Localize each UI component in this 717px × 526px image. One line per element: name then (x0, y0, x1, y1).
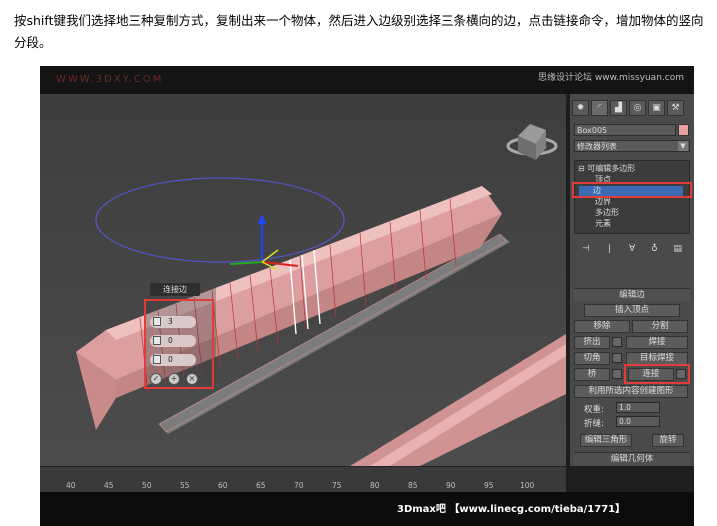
turn-button[interactable]: 旋转 (652, 434, 684, 447)
timeline-tick: 85 (408, 481, 418, 490)
chamfer-settings-button[interactable] (612, 353, 622, 363)
bottom-banner-text: 3Dmax吧 【www.linecg.com/tieba/1771】 (397, 504, 626, 515)
crease-spinner[interactable]: 0.0 (616, 416, 660, 427)
viewport-scene (40, 94, 566, 466)
caption-text: 按shift键我们选择地三种复制方式，复制出来一个物体，然后进入边级别选择三条横… (14, 13, 704, 50)
timeline-tick: 90 (446, 481, 456, 490)
timeline-tick: 50 (142, 481, 152, 490)
bottom-banner: 3Dmax吧 【www.linecg.com/tieba/1771】 (40, 492, 694, 526)
extrude-button[interactable]: 挤出 (574, 336, 610, 349)
edit-geometry-header[interactable]: 编辑几何体 (574, 452, 690, 465)
object-name-field[interactable]: Box005 (574, 124, 676, 136)
panel-tabs: ✹ ◜ ▟ ◎ ▣ ⚒ (572, 100, 684, 116)
motion-icon[interactable]: ◎ (629, 100, 646, 116)
timeline-ruler[interactable]: 40 45 50 55 60 65 70 75 80 85 90 95 100 (40, 466, 566, 492)
timeline-tick: 65 (256, 481, 266, 490)
crease-label: 折缝: (584, 419, 604, 429)
connect-highlight-box (624, 364, 690, 384)
perspective-viewport[interactable]: 连接边 3 0 0 ✓ + × (40, 94, 566, 466)
remove-modifier-icon[interactable]: ♁ (651, 244, 658, 258)
edit-triangulation-button[interactable]: 编辑三角形 (580, 434, 632, 447)
max-screenshot: WWW.3DXY.COM 思缘设计论坛 www.missyuan.com 连接边… (40, 66, 694, 526)
timeline-tick: 60 (218, 481, 228, 490)
weight-spinner[interactable]: 1.0 (616, 402, 660, 413)
stack-item-border[interactable]: 边界 (595, 197, 611, 207)
create-icon[interactable]: ✹ (572, 100, 589, 116)
stack-item-polygon[interactable]: 多边形 (595, 208, 619, 218)
caddy-highlight-box (144, 299, 214, 389)
stack-item-element[interactable]: 元素 (595, 219, 611, 229)
configure-sets-icon[interactable]: ▤ (674, 244, 683, 258)
top-watermark-bar: WWW.3DXY.COM 思缘设计论坛 www.missyuan.com (40, 66, 694, 94)
watermark-right: 思缘设计论坛 www.missyuan.com (538, 73, 684, 83)
timeline-tick: 70 (294, 481, 304, 490)
watermark-left: WWW.3DXY.COM (56, 74, 164, 85)
modify-icon[interactable]: ◜ (591, 100, 608, 116)
modifier-list-dropdown[interactable]: 修改器列表 ▼ (574, 140, 690, 152)
remove-button[interactable]: 移除 (574, 320, 630, 333)
timeline-tick: 55 (180, 481, 190, 490)
weight-label: 权重: (584, 405, 604, 415)
timeline-tick: 100 (520, 481, 535, 490)
object-color-swatch[interactable] (678, 124, 689, 136)
extrude-settings-button[interactable] (612, 337, 622, 347)
timeline-tick: 40 (66, 481, 76, 490)
edit-edges-header[interactable]: 编辑边 (574, 288, 690, 301)
make-unique-icon[interactable]: ∀ (629, 244, 635, 258)
edge-highlight-box (572, 182, 692, 198)
utilities-icon[interactable]: ⚒ (667, 100, 684, 116)
caddy-title: 连接边 (150, 283, 200, 296)
pin-stack-icon[interactable]: ⊣ (582, 244, 590, 258)
timeline-tick: 75 (332, 481, 342, 490)
timeline-tick: 95 (484, 481, 494, 490)
command-panel: ✹ ◜ ▟ ◎ ▣ ⚒ Box005 修改器列表 ▼ ⊟ 可编辑多边形 顶点 边… (570, 94, 694, 466)
display-icon[interactable]: ▣ (648, 100, 665, 116)
timeline-tick: 45 (104, 481, 114, 490)
timeline-tick: 80 (370, 481, 380, 490)
bridge-button[interactable]: 桥 (574, 368, 610, 381)
hierarchy-icon[interactable]: ▟ (610, 100, 627, 116)
chamfer-button[interactable]: 切角 (574, 352, 610, 365)
chevron-down-icon: ▼ (678, 141, 688, 151)
show-end-result-icon[interactable]: ❘ (606, 244, 614, 258)
create-shape-button[interactable]: 利用所选内容创建图形 (574, 385, 688, 398)
insert-vertex-button[interactable]: 插入顶点 (584, 304, 680, 317)
stack-modifier[interactable]: ⊟ 可编辑多边形 (578, 164, 635, 174)
modifier-list-label: 修改器列表 (577, 142, 617, 151)
stack-tools: ⊣ ❘ ∀ ♁ ▤ (574, 244, 690, 258)
weld-button[interactable]: 焊接 (626, 336, 688, 349)
split-button[interactable]: 分割 (632, 320, 688, 333)
bridge-settings-button[interactable] (612, 369, 622, 379)
